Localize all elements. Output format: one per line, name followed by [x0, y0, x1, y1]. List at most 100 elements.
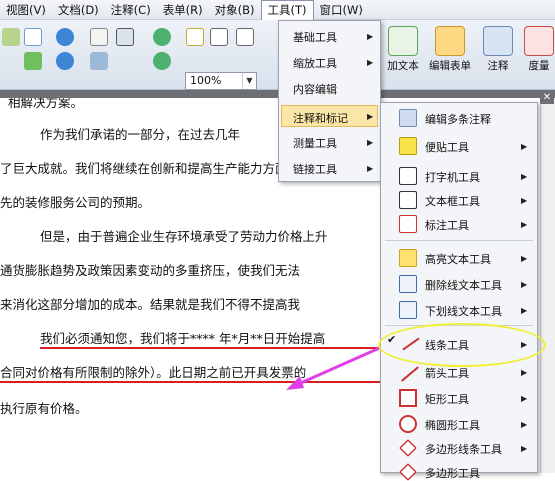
actual-size-icon[interactable] — [186, 28, 204, 46]
menu-form[interactable]: 表单(R) — [157, 0, 209, 20]
chevron-right-icon: ▶ — [367, 138, 374, 147]
doc-line: 合同对价格有所限制的除外）。此日期之前已开具发票的 — [0, 365, 307, 380]
hand-tool-icon[interactable] — [90, 28, 108, 46]
close-icon[interactable]: ✕ — [540, 92, 554, 104]
export-icon[interactable] — [24, 52, 42, 70]
chevron-right-icon: ▶ — [521, 280, 528, 289]
chevron-down-icon: ▼ — [242, 73, 256, 89]
tools-menu-measure[interactable]: 测量工具 — [293, 135, 337, 151]
magenta-arrow-line — [293, 344, 385, 388]
tools-menu-zoom[interactable]: 缩放工具 — [293, 55, 337, 71]
submenu-arrow-tool[interactable]: 箭头工具 — [425, 365, 469, 381]
comment-icon — [483, 26, 513, 56]
submenu-callout[interactable]: 标注工具 — [425, 217, 469, 233]
undo-icon[interactable] — [56, 28, 74, 46]
magenta-arrow — [286, 344, 385, 390]
edit-comments-icon — [399, 109, 417, 127]
chevron-right-icon: ▶ — [367, 58, 374, 67]
polyline-tool-icon — [399, 439, 417, 457]
submenu-textbox[interactable]: 文本框工具 — [425, 193, 480, 209]
chevron-right-icon: ▶ — [521, 196, 528, 205]
measure-label: 度量 — [528, 60, 550, 72]
fit-width-icon[interactable] — [236, 28, 254, 46]
chevron-right-icon: ▶ — [521, 254, 528, 263]
rectangle-tool-icon — [399, 389, 417, 407]
edit-form-button[interactable]: 编辑表单 — [428, 24, 472, 86]
select-tool-icon[interactable] — [116, 28, 134, 46]
tools-menu: 基础工具 ▶ 缩放工具 ▶ 内容编辑 注释和标记 ▶ 测量工具 ▶ 链接工具 ▶ — [278, 20, 381, 182]
doc-line: 作为我们承诺的一部分，在过去几年 — [40, 127, 241, 142]
doc-line: 先的装修服务公司的预期。 — [0, 195, 151, 210]
comment-label: 注释 — [487, 60, 509, 72]
chevron-right-icon: ▶ — [521, 220, 528, 229]
add-text-button[interactable]: 加文本 — [383, 24, 423, 86]
comment-button[interactable]: 注释 — [478, 24, 518, 86]
sticky-note-icon — [399, 137, 417, 155]
tools-menu-content-edit[interactable]: 内容编辑 — [293, 81, 337, 97]
chevron-right-icon: ▶ — [367, 32, 374, 41]
zoom-value: 100% — [190, 74, 222, 87]
submenu-sticky-note[interactable]: 便贴工具 — [425, 139, 469, 155]
chevron-right-icon: ▶ — [521, 368, 528, 377]
tools-menu-link[interactable]: 链接工具 — [293, 161, 337, 177]
zoom-select[interactable]: 100% ▼ — [185, 72, 257, 90]
measure-button[interactable]: 度量 — [522, 24, 555, 86]
chevron-right-icon: ▶ — [521, 142, 528, 151]
rotate-icon[interactable] — [153, 28, 171, 46]
tools-menu-annotate[interactable]: 注释和标记 — [281, 105, 378, 127]
menu-view[interactable]: 视图(V) — [0, 0, 52, 20]
callout-icon — [399, 215, 417, 233]
doc-line: 了巨大成就。我们将继续在创新和提高生产能力方面加 — [0, 161, 301, 176]
arrow-tool-icon — [400, 366, 420, 382]
submenu-typewriter[interactable]: 打字机工具 — [425, 169, 480, 185]
magenta-arrow-head — [286, 376, 304, 390]
highlight-text-icon — [399, 249, 417, 267]
doc-line: 执行原有价格。 — [0, 401, 88, 416]
doc-line: 来消化这部分增加的成本。结果就是我们不得不提高我 — [0, 297, 301, 312]
menu-tools[interactable]: 工具(T) — [260, 0, 314, 20]
submenu-ellipse-tool[interactable]: 椭圆形工具 — [425, 417, 480, 433]
add-text-label: 加文本 — [387, 60, 419, 72]
add-text-icon — [388, 26, 418, 56]
submenu-polyline-tool[interactable]: 多边形线条工具 — [425, 441, 502, 457]
submenu-strikeout[interactable]: 删除线文本工具 — [425, 277, 502, 293]
measure-icon — [524, 26, 554, 56]
chevron-right-icon: ▶ — [521, 394, 528, 403]
snapshot-icon[interactable] — [90, 52, 108, 70]
submenu-underline[interactable]: 下划线文本工具 — [425, 303, 502, 319]
edit-form-label: 编辑表单 — [429, 60, 471, 72]
doc-line: 通货膨胀趋势及政策因素变动的多重挤压，使我们无法 — [0, 263, 301, 278]
edit-form-icon — [435, 26, 465, 56]
redo-icon[interactable] — [56, 52, 74, 70]
menu-bar: 视图(V) 文档(D) 注释(C) 表单(R) 对象(B) 工具(T) 窗口(W… — [0, 0, 555, 20]
submenu-rectangle-tool[interactable]: 矩形工具 — [425, 391, 469, 407]
strikeout-text-icon — [399, 275, 417, 293]
submenu-highlight[interactable]: 高亮文本工具 — [425, 251, 491, 267]
menu-object[interactable]: 对象(B) — [209, 0, 261, 20]
menu-window[interactable]: 窗口(W) — [314, 0, 369, 20]
chevron-right-icon: ▶ — [521, 306, 528, 315]
menu-divider — [385, 240, 533, 241]
textbox-icon — [399, 191, 417, 209]
tools-menu-basic[interactable]: 基础工具 — [293, 29, 337, 45]
chevron-right-icon: ▶ — [367, 112, 374, 121]
chevron-right-icon: ▶ — [521, 172, 528, 181]
menu-document[interactable]: 文档(D) — [52, 0, 105, 20]
ellipse-tool-icon — [399, 415, 417, 433]
submenu-polygon-tool[interactable]: 多边形工具 — [425, 465, 480, 481]
fit-page-icon[interactable] — [210, 28, 228, 46]
vertical-scrollbar[interactable] — [540, 98, 555, 473]
yellow-highlight-ellipse — [378, 323, 546, 367]
menu-comment[interactable]: 注释(C) — [105, 0, 157, 20]
chevron-right-icon: ▶ — [521, 420, 528, 429]
polygon-tool-icon — [399, 463, 417, 481]
typewriter-icon — [399, 167, 417, 185]
new-icon[interactable] — [24, 28, 42, 46]
chevron-right-icon: ▶ — [367, 164, 374, 173]
submenu-edit-comments[interactable]: 编辑多条注释 — [425, 111, 491, 127]
rotate-right-icon[interactable] — [153, 52, 171, 70]
annotation-submenu: 编辑多条注释 便贴工具 ▶ 打字机工具 ▶ 文本框工具 ▶ 标注工具 ▶ 高亮文… — [380, 102, 538, 481]
doc-line: 但是，由于普遍企业生存环境承受了劳动力价格上升 — [40, 229, 328, 244]
save-icon[interactable] — [2, 28, 20, 46]
doc-line: 相解决方案。 — [8, 98, 84, 110]
